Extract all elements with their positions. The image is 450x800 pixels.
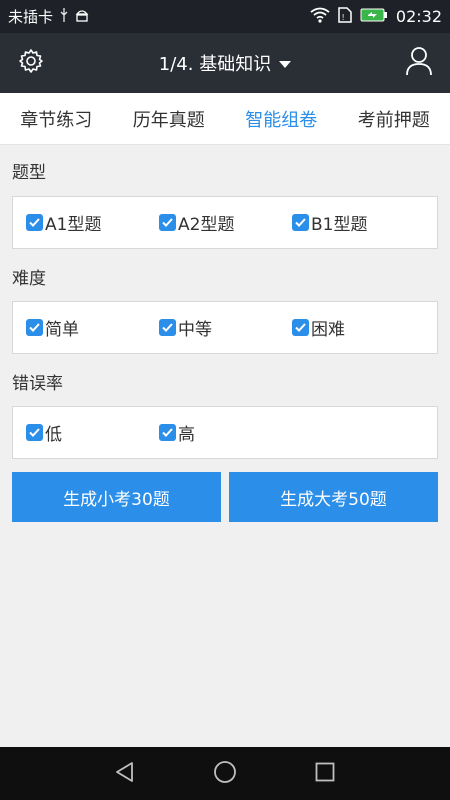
home-button[interactable]: [195, 747, 255, 800]
checkmark-icon: [292, 319, 309, 336]
recents-button[interactable]: [295, 747, 355, 800]
error-rate-options: 低 高: [12, 406, 438, 459]
back-triangle-icon: [114, 761, 136, 787]
checkmark-icon: [292, 214, 309, 231]
recents-square-icon: [315, 762, 335, 786]
tab-chapter-practice[interactable]: 章节练习: [0, 106, 113, 132]
checkbox-label: 困难: [311, 320, 345, 340]
home-circle-icon: [213, 760, 237, 788]
checkbox-label: 简单: [45, 320, 79, 340]
android-debug-icon: [75, 8, 89, 26]
tab-past-exams[interactable]: 历年真题: [113, 106, 226, 132]
checkbox-easy[interactable]: 简单: [26, 315, 79, 340]
checkmark-icon: [159, 424, 176, 441]
status-bar: 未插卡 ! 02:32: [0, 0, 450, 33]
checkmark-icon: [26, 424, 43, 441]
generate-big-exam-button[interactable]: 生成大考50题: [229, 472, 438, 522]
caret-down-icon: [279, 53, 292, 74]
gear-icon: [18, 48, 44, 78]
checkmark-icon: [159, 319, 176, 336]
usb-icon: [59, 7, 69, 26]
checkbox-low[interactable]: 低: [26, 420, 62, 445]
status-left: 未插卡: [8, 6, 89, 27]
svg-text:!: !: [342, 13, 344, 22]
checkbox-label: 高: [178, 425, 195, 445]
tab-smart-paper[interactable]: 智能组卷: [225, 106, 338, 132]
sim-icon: !: [338, 6, 352, 27]
wifi-icon: [310, 7, 330, 27]
clock-text: 02:32: [395, 7, 442, 26]
settings-button[interactable]: [0, 33, 62, 93]
checkbox-a1[interactable]: A1型题: [26, 210, 101, 235]
tab-pre-exam-predictions[interactable]: 考前押题: [338, 106, 450, 132]
status-right: ! 02:32: [310, 6, 442, 27]
battery-icon: [360, 8, 388, 26]
checkmark-icon: [159, 214, 176, 231]
checkbox-high[interactable]: 高: [159, 420, 195, 445]
profile-button[interactable]: [388, 33, 450, 93]
difficulty-label: 难度: [12, 269, 46, 289]
error-rate-label: 错误率: [12, 374, 63, 394]
checkmark-icon: [26, 214, 43, 231]
checkbox-label: A2型题: [178, 215, 235, 235]
subject-selector[interactable]: 1/4. 基础知识: [62, 50, 388, 76]
checkbox-b1[interactable]: B1型题: [292, 210, 367, 235]
checkbox-label: A1型题: [45, 215, 102, 235]
app-bar: 1/4. 基础知识: [0, 33, 450, 93]
user-icon: [405, 46, 433, 80]
back-button[interactable]: [95, 747, 155, 800]
question-type-label: 题型: [12, 163, 46, 183]
checkbox-hard[interactable]: 困难: [292, 315, 345, 340]
difficulty-options: 简单 中等 困难: [12, 301, 438, 354]
carrier-text: 未插卡: [8, 8, 54, 26]
checkbox-medium[interactable]: 中等: [159, 315, 212, 340]
checkmark-icon: [26, 319, 43, 336]
subject-title: 1/4. 基础知识: [158, 54, 272, 75]
checkbox-a2[interactable]: A2型题: [159, 210, 234, 235]
checkbox-label: 中等: [178, 320, 212, 340]
checkbox-label: 低: [45, 425, 62, 445]
generate-small-exam-button[interactable]: 生成小考30题: [12, 472, 221, 522]
tab-bar: 章节练习 历年真题 智能组卷 考前押题: [0, 93, 450, 145]
question-type-options: A1型题 A2型题 B1型题: [12, 196, 438, 249]
checkbox-label: B1型题: [311, 215, 368, 235]
system-nav-bar: [0, 747, 450, 800]
